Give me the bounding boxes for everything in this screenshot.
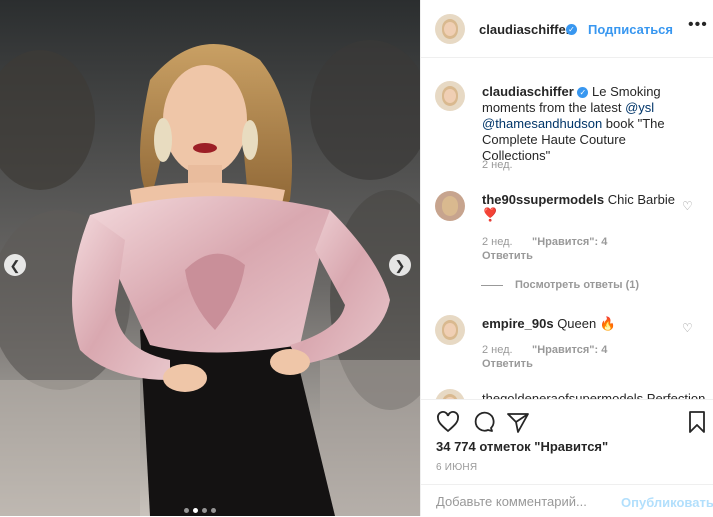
likes-count[interactable]: 34 774 отметок "Нравится" (436, 439, 608, 454)
comment-text: Queen (557, 316, 597, 331)
comment-likes[interactable]: "Нравится": 4 (532, 236, 607, 248)
comment-likes[interactable]: "Нравится": 4 (532, 344, 607, 356)
avatar[interactable] (435, 315, 465, 345)
share-icon[interactable] (506, 410, 530, 434)
view-replies-label: Посмотреть ответы (1) (515, 279, 640, 291)
comment-icon[interactable] (471, 410, 495, 434)
reply-button[interactable]: Ответить (482, 358, 533, 370)
divider (481, 284, 503, 286)
add-comment-input[interactable] (436, 494, 616, 509)
avatar[interactable] (435, 389, 465, 399)
avatar[interactable] (435, 191, 465, 221)
verified-badge-icon: ✓ (566, 24, 577, 35)
carousel-dot (211, 508, 216, 513)
carousel-indicator (184, 508, 216, 513)
heart-icon[interactable]: ♡ (682, 321, 693, 335)
comment: thegoldeneraofsupermodels Perfection ❤️ (482, 391, 713, 399)
mention-link[interactable]: @ysl (625, 100, 654, 115)
avatar[interactable] (435, 14, 465, 44)
comment-emoji: 🔥 (599, 316, 617, 331)
caption-time[interactable]: 2 нед. (482, 159, 513, 171)
carousel-dot-active (193, 508, 198, 513)
post-photo[interactable]: ❮ ❯ (0, 0, 420, 516)
carousel-prev-button[interactable]: ❮ (4, 254, 26, 276)
comments-list[interactable]: claudiaschiffer ✓ Le Smoking moments fro… (421, 59, 713, 399)
carousel-next-button[interactable]: ❯ (389, 254, 411, 276)
mention-link[interactable]: @thamesandhudson (482, 116, 602, 131)
carousel-dot (202, 508, 207, 513)
comment-username[interactable]: empire_90s (482, 316, 554, 331)
chevron-right-icon: ❯ (394, 257, 406, 273)
comment-text: Chic Barbie (607, 192, 675, 207)
verified-badge-icon: ✓ (577, 87, 589, 99)
post-header: claudiaschiffer ✓ Подписаться ••• (421, 0, 713, 58)
carousel-dot (184, 508, 189, 513)
comment: empire_90s Queen 🔥 (482, 316, 616, 332)
post-side-panel: claudiaschiffer ✓ Подписаться ••• claudi… (420, 0, 713, 516)
comment-username[interactable]: the90ssupermodels (482, 192, 604, 207)
add-comment-bar: Опубликовать (421, 484, 713, 517)
post-date[interactable]: 6 июня (436, 462, 477, 473)
heart-icon[interactable] (436, 410, 460, 434)
comment-emoji: ❣️ (482, 207, 499, 222)
avatar[interactable] (435, 81, 465, 111)
comment-text: thegoldeneraofsupermodels Perfection ❤️ (482, 391, 706, 399)
fashion-photo (0, 0, 420, 516)
reply-button[interactable]: Ответить (482, 250, 533, 262)
chevron-left-icon: ❮ (9, 257, 21, 273)
more-horizontal-icon[interactable]: ••• (688, 16, 708, 34)
caption: claudiaschiffer ✓ Le Smoking moments fro… (482, 84, 697, 164)
heart-icon[interactable]: ♡ (682, 199, 693, 213)
follow-button[interactable]: Подписаться (588, 22, 673, 37)
caption-username[interactable]: claudiaschiffer (482, 84, 574, 99)
comment-time[interactable]: 2 нед. (482, 236, 513, 248)
comment: the90ssupermodels Chic Barbie (482, 192, 675, 207)
publish-button[interactable]: Опубликовать (621, 495, 713, 510)
comment-time[interactable]: 2 нед. (482, 344, 513, 356)
view-replies-button[interactable]: Посмотреть ответы (1) (481, 279, 639, 291)
bookmark-icon[interactable] (685, 410, 709, 434)
header-username[interactable]: claudiaschiffer (479, 22, 571, 37)
post-actions: 34 774 отметок "Нравится" 6 июня Опублик… (421, 399, 713, 516)
